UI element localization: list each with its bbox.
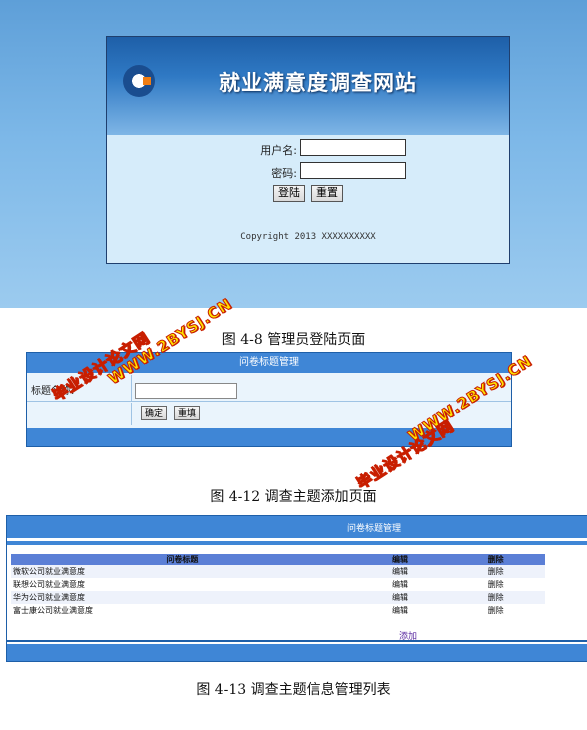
- list-panel-header: 问卷标题管理: [7, 516, 587, 538]
- username-label: 用户名:: [260, 144, 297, 157]
- password-label: 密码:: [271, 167, 297, 180]
- figure-caption-4-12: 图 4-12 调查主题添加页面: [210, 489, 377, 505]
- confirm-button[interactable]: 确定: [141, 406, 168, 420]
- row-title: 联想公司就业满意度: [13, 580, 85, 589]
- reset-button[interactable]: 重置: [311, 185, 343, 202]
- delete-link[interactable]: 删除: [446, 604, 545, 617]
- refill-button[interactable]: 重填: [174, 406, 201, 420]
- table-row: 联想公司就业满意度 编辑 删除: [11, 578, 545, 591]
- password-input[interactable]: [300, 162, 406, 179]
- delete-link[interactable]: 删除: [446, 565, 545, 578]
- copyright-text: Copyright 2013 XXXXXXXXXX: [240, 232, 376, 242]
- table-row: 华为公司就业满意度 编辑 删除: [11, 591, 545, 604]
- table-row: 富士康公司就业满意度 编辑 删除: [11, 604, 545, 617]
- delete-link[interactable]: 删除: [446, 591, 545, 604]
- row-title: 富士康公司就业满意度: [13, 606, 93, 615]
- topic-list-panel: 问卷标题管理 问卷标题 编辑 删除 微软公司就业满意度 编辑 删除 联想公司就业…: [6, 515, 587, 662]
- list-panel-footer: [7, 644, 587, 661]
- title-name-input[interactable]: [135, 383, 237, 399]
- login-banner: 就业满意度调查网站: [107, 37, 509, 135]
- login-button[interactable]: 登陆: [273, 185, 305, 202]
- column-header-edit: 编辑: [353, 554, 447, 565]
- edit-link[interactable]: 编辑: [353, 591, 447, 604]
- figure-caption-4-8: 图 4-8 管理员登陆页面: [221, 332, 366, 348]
- list-panel-title: 问卷标题管理: [347, 524, 402, 534]
- edit-link[interactable]: 编辑: [353, 565, 447, 578]
- row-title: 华为公司就业满意度: [11, 591, 354, 604]
- site-title: 就业满意度调查网站: [219, 70, 417, 95]
- column-header-delete: 删除: [446, 554, 545, 565]
- delete-link[interactable]: 删除: [446, 578, 545, 591]
- figure-caption-4-13: 图 4-13 调查主题信息管理列表: [196, 682, 391, 698]
- row-title: 微软公司就业满意度: [11, 565, 354, 578]
- login-panel: 就业满意度调查网站 用户名: 密码: 登陆 重置 Copyright 2013 …: [106, 36, 510, 264]
- column-header-title: 问卷标题: [11, 554, 354, 565]
- username-input[interactable]: [300, 139, 406, 156]
- edit-link[interactable]: 编辑: [354, 578, 447, 591]
- table-row: 微软公司就业满意度 编辑 删除: [11, 565, 545, 578]
- edit-link[interactable]: 编辑: [354, 604, 447, 617]
- topic-table: 问卷标题 编辑 删除 微软公司就业满意度 编辑 删除 联想公司就业满意度 编辑 …: [11, 554, 545, 617]
